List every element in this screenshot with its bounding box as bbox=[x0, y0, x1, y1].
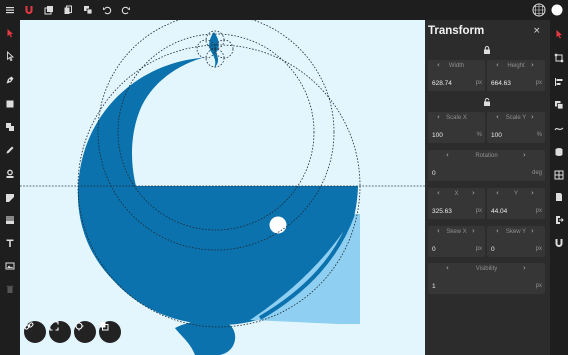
y-value[interactable]: 44.04 bbox=[491, 208, 507, 215]
unlock-icon[interactable] bbox=[482, 97, 492, 107]
pointer-mode-icon[interactable] bbox=[551, 26, 567, 42]
scale-y-value[interactable]: 100 bbox=[491, 132, 502, 139]
page-icon[interactable] bbox=[551, 189, 567, 205]
magnet-icon[interactable] bbox=[21, 0, 37, 20]
visibility-unit: px bbox=[535, 283, 542, 289]
text-tool-icon[interactable] bbox=[2, 235, 18, 251]
trash-icon[interactable] bbox=[2, 281, 18, 297]
rotation-unit: deg bbox=[531, 170, 542, 176]
transform-panel: Transform × ‹ Width 628.74 px ‹ › Height… bbox=[425, 20, 550, 355]
stamp-tool-icon[interactable] bbox=[2, 166, 18, 182]
rectangle-tool-icon[interactable] bbox=[2, 96, 18, 112]
right-toolbar bbox=[550, 20, 568, 355]
scale-y-unit: % bbox=[536, 132, 542, 138]
target-icon[interactable] bbox=[74, 321, 96, 343]
layers-stack-icon[interactable] bbox=[551, 144, 567, 160]
transform-icon[interactable] bbox=[551, 50, 567, 66]
gradient-tool-icon[interactable] bbox=[2, 212, 18, 228]
skew-x-unit: px bbox=[475, 246, 482, 252]
x-label: X bbox=[454, 191, 459, 197]
scale-x-unit: % bbox=[476, 132, 482, 138]
circle-icon[interactable] bbox=[549, 0, 565, 20]
visibility-value[interactable]: 1 bbox=[432, 283, 436, 290]
skew-y-value[interactable]: 0 bbox=[491, 246, 495, 253]
left-toolbar bbox=[0, 20, 20, 355]
scale-x-field[interactable]: ‹ Scale X 100 % bbox=[428, 112, 485, 143]
pointer-tool-icon[interactable] bbox=[2, 25, 18, 41]
top-toolbar bbox=[0, 0, 568, 20]
scale-x-value[interactable]: 100 bbox=[432, 132, 443, 139]
layers-icon[interactable] bbox=[41, 0, 57, 20]
drawing-canvas[interactable] bbox=[20, 20, 425, 355]
whale-illustration[interactable] bbox=[20, 20, 425, 355]
arrange-icon[interactable] bbox=[99, 321, 121, 343]
whale-spout bbox=[209, 32, 219, 68]
lock-icon[interactable] bbox=[482, 45, 492, 55]
image-tool-icon[interactable] bbox=[2, 258, 18, 274]
width-field[interactable]: ‹ Width 628.74 px bbox=[428, 60, 485, 91]
copy-icon[interactable] bbox=[60, 0, 76, 20]
menu-icon[interactable] bbox=[2, 0, 18, 20]
pen-tool-icon[interactable] bbox=[2, 72, 18, 88]
skew-x-label: Skew X bbox=[446, 229, 467, 235]
crop-tool-icon[interactable] bbox=[2, 190, 18, 206]
panel-title: Transform bbox=[428, 25, 485, 37]
width-value[interactable]: 628.74 bbox=[432, 80, 452, 87]
height-value[interactable]: 664.63 bbox=[491, 80, 511, 87]
whale-eye bbox=[269, 216, 287, 234]
scale-y-label: Scale Y bbox=[505, 115, 527, 121]
align-icon[interactable] bbox=[551, 74, 567, 90]
scale-x-label: Scale X bbox=[446, 115, 467, 121]
link-icon[interactable] bbox=[24, 321, 46, 343]
skew-x-field[interactable]: ‹ › Skew X 0 px bbox=[428, 226, 485, 257]
fit-screen-icon[interactable] bbox=[49, 321, 71, 343]
rotation-value[interactable]: 0 bbox=[432, 170, 436, 177]
grid-table-icon[interactable] bbox=[551, 167, 567, 183]
redo-icon[interactable] bbox=[118, 0, 134, 20]
select-tool-icon[interactable] bbox=[2, 48, 18, 64]
whale-tail bbox=[175, 320, 236, 355]
export-icon[interactable] bbox=[551, 212, 567, 228]
rotation-field[interactable]: ‹ › Rotation 0 deg bbox=[428, 150, 545, 181]
skew-y-unit: px bbox=[535, 246, 542, 252]
close-icon[interactable]: × bbox=[533, 26, 541, 36]
rotation-label: Rotation bbox=[475, 153, 498, 159]
height-unit: px bbox=[535, 80, 542, 86]
visibility-label: Visibility bbox=[475, 266, 498, 272]
x-field[interactable]: ‹ › X 325.63 px bbox=[428, 188, 485, 219]
width-unit: px bbox=[475, 80, 482, 86]
width-label: Width bbox=[448, 63, 465, 69]
scale-y-field[interactable]: ‹ › Scale Y 100 % bbox=[487, 112, 545, 143]
x-value[interactable]: 325.63 bbox=[432, 208, 452, 215]
y-field[interactable]: ‹ › Y 44.04 px bbox=[487, 188, 545, 219]
skew-x-value[interactable]: 0 bbox=[432, 246, 436, 253]
duplicate-icon[interactable] bbox=[80, 0, 96, 20]
magnet-tool-icon[interactable] bbox=[551, 235, 567, 251]
pencil-tool-icon[interactable] bbox=[2, 142, 18, 158]
visibility-field[interactable]: ‹ › Visibility 1 px bbox=[428, 263, 545, 294]
boolean-tool-icon[interactable] bbox=[2, 119, 18, 135]
skew-y-label: Skew Y bbox=[505, 229, 527, 235]
height-label: Height bbox=[507, 63, 525, 69]
grid-icon[interactable] bbox=[531, 0, 547, 20]
x-unit: px bbox=[475, 208, 482, 214]
path-icon[interactable] bbox=[551, 121, 567, 137]
height-field[interactable]: ‹ › Height 664.63 px bbox=[487, 60, 545, 91]
skew-y-field[interactable]: ‹ › Skew Y 0 px bbox=[487, 226, 545, 257]
undo-icon[interactable] bbox=[99, 0, 115, 20]
shapes-icon[interactable] bbox=[551, 97, 567, 113]
y-label: Y bbox=[513, 191, 518, 197]
y-unit: px bbox=[535, 208, 542, 214]
